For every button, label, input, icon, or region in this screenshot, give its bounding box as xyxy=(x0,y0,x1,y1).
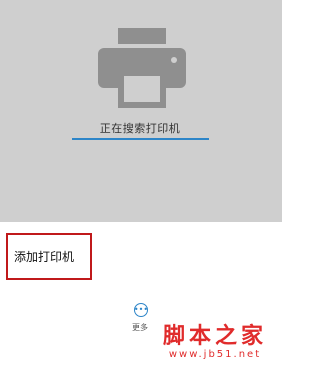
watermark-url: www.jb51.net xyxy=(168,349,262,360)
add-printer-label: 添加打印机 xyxy=(14,250,75,264)
more-label[interactable]: 更多 xyxy=(132,322,148,333)
printer-search-panel: 正在搜索打印机 xyxy=(0,0,282,222)
watermark: 脚本之家 www.jb51.net xyxy=(150,318,280,368)
add-printer-button[interactable]: 添加打印机 xyxy=(6,233,92,280)
search-progress-fill xyxy=(72,138,209,140)
more-icon[interactable]: ••• xyxy=(134,303,148,317)
watermark-title: 脚本之家 xyxy=(162,323,267,349)
search-status-text: 正在搜索打印机 xyxy=(99,122,181,135)
printer-icon xyxy=(98,28,186,108)
search-progress-bar xyxy=(72,138,209,140)
